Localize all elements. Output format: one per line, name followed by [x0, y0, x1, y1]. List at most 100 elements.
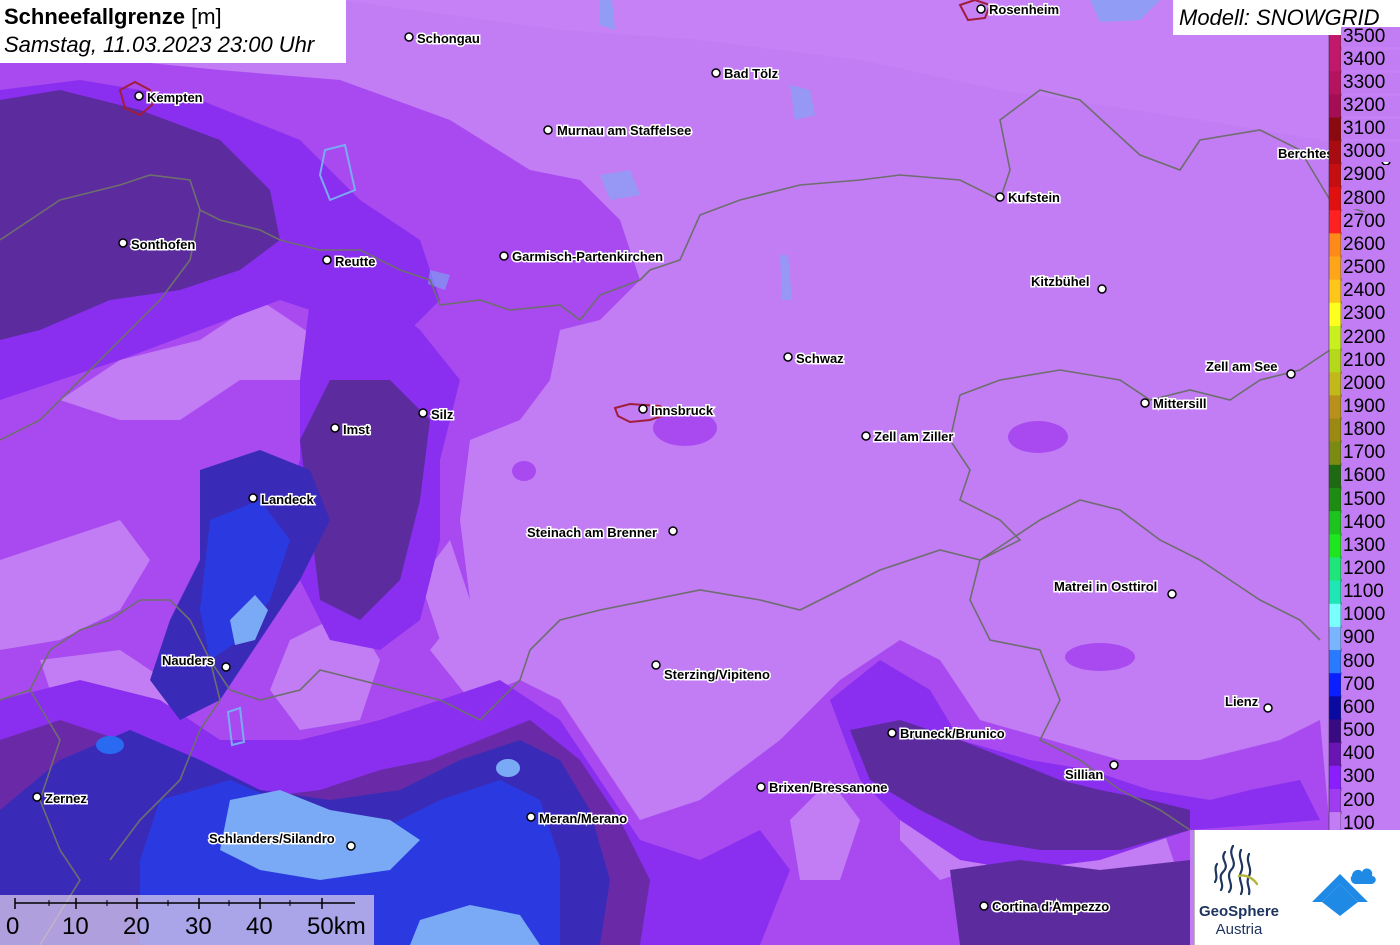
legend-colorbar [1328, 24, 1342, 836]
city-marker[interactable]: Meran/Merano [526, 810, 629, 828]
svg-text:Bruneck/Brunico: Bruneck/Brunico [900, 726, 1005, 741]
svg-text:Silz: Silz [431, 407, 454, 422]
legend-label: 600 [1341, 697, 1400, 718]
svg-text:Lienz: Lienz [1225, 694, 1259, 709]
legend-swatch [1329, 187, 1341, 211]
legend-swatch [1329, 210, 1341, 234]
city-marker[interactable]: Garmisch-Partenkirchen [499, 248, 665, 266]
city-marker[interactable]: Rosenheim [976, 1, 1061, 19]
svg-text:Zell am Ziller: Zell am Ziller [874, 429, 953, 444]
legend-swatch [1329, 488, 1341, 512]
legend-label: 1700 [1341, 443, 1400, 464]
legend-swatch [1329, 48, 1341, 72]
snowline-region-300-blob-small [512, 461, 536, 481]
legend-swatch [1329, 580, 1341, 605]
map-title-box: Schneefallgrenze [m] Samstag, 11.03.2023… [0, 0, 346, 63]
snowline-region-800-e [96, 736, 124, 754]
snowgrid-logo[interactable] [1282, 830, 1400, 945]
variable-name: Schneefallgrenze [4, 4, 185, 29]
city-marker[interactable]: Innsbruck [638, 402, 715, 420]
legend-swatch [1329, 325, 1341, 350]
city-marker[interactable]: Cortina d'Ampezzo [979, 898, 1111, 916]
legend-label: 2900 [1341, 165, 1400, 186]
legend-swatch [1329, 719, 1341, 744]
snowline-region-900-d [496, 759, 520, 777]
scale-tick-label: 10 [62, 913, 89, 940]
city-marker[interactable]: Zell am Ziller [861, 428, 955, 446]
legend-label: 2200 [1341, 327, 1400, 348]
snowline-region-300-blob-matrei [1065, 643, 1135, 671]
legend-swatch [1329, 557, 1341, 582]
legend-label: 2000 [1341, 373, 1400, 394]
legend-swatch [1329, 626, 1341, 651]
legend-swatch [1329, 464, 1341, 489]
map-canvas: Rosenheim Schongau Bad Tölz Kempten Murn… [0, 0, 1400, 945]
snowline-region-300-blob-ziller [1008, 421, 1068, 453]
legend-label: 1100 [1341, 582, 1400, 603]
legend-label: 1300 [1341, 535, 1400, 556]
svg-text:Steinach am Brenner: Steinach am Brenner [527, 525, 657, 540]
legend-label: 2600 [1341, 234, 1400, 255]
svg-text:Landeck: Landeck [261, 492, 315, 507]
svg-text:Matrei in Osttirol: Matrei in Osttirol [1054, 579, 1157, 594]
svg-text:Schwaz: Schwaz [796, 351, 844, 366]
city-marker[interactable]: Steinach am Brenner [526, 524, 678, 542]
city-marker[interactable]: Murnau am Staffelsee [543, 122, 693, 140]
svg-text:Schlanders/Silandro: Schlanders/Silandro [209, 831, 335, 846]
legend-swatch [1329, 302, 1341, 327]
legend-swatch [1329, 650, 1341, 674]
svg-text:Imst: Imst [343, 422, 370, 437]
map-title: Schneefallgrenze [m] [4, 3, 342, 31]
legend-label: 3000 [1341, 142, 1400, 163]
legend-swatch [1329, 534, 1341, 558]
legend-label: 2300 [1341, 304, 1400, 325]
legend-label: 800 [1341, 651, 1400, 672]
scale-tick-label: 40 [246, 913, 273, 940]
legend-swatch [1329, 418, 1341, 443]
mountain-cloud-icon [1312, 868, 1376, 916]
svg-text:Garmisch-Partenkirchen: Garmisch-Partenkirchen [512, 249, 663, 264]
legend-label: 3400 [1341, 49, 1400, 70]
legend-label: 200 [1341, 790, 1400, 811]
geosphere-logo-text: GeoSphere [1198, 903, 1280, 920]
legend-label: 1600 [1341, 466, 1400, 487]
svg-text:Meran/Merano: Meran/Merano [539, 811, 627, 826]
city-marker[interactable]: Sonthofen [118, 236, 197, 254]
city-marker[interactable]: Bruneck/Brunico [887, 725, 1006, 743]
legend-label: 1500 [1341, 489, 1400, 510]
geosphere-logo[interactable]: GeoSphere Austria [1194, 830, 1282, 945]
legend-swatch [1329, 163, 1341, 188]
legend-swatch [1329, 94, 1341, 119]
legend-label: 300 [1341, 767, 1400, 788]
legend-swatch [1329, 140, 1341, 165]
legend-label: 2500 [1341, 258, 1400, 279]
scale-bar: 0 10 20 30 40 50km [0, 895, 374, 945]
legend-swatch [1329, 233, 1341, 257]
svg-text:Zell am See: Zell am See [1206, 359, 1278, 374]
svg-text:Bad Tölz: Bad Tölz [724, 66, 779, 81]
svg-text:Cortina d'Ampezzo: Cortina d'Ampezzo [992, 899, 1109, 914]
legend-label: 1900 [1341, 396, 1400, 417]
legend-swatch [1329, 696, 1341, 720]
legend-label: 3300 [1341, 72, 1400, 93]
svg-text:Mittersill: Mittersill [1153, 396, 1206, 411]
city-marker[interactable]: Schongau [404, 30, 481, 48]
svg-text:Murnau am Staffelsee: Murnau am Staffelsee [557, 123, 691, 138]
city-marker[interactable]: Brixen/Bressanone [756, 779, 889, 797]
legend-label: 500 [1341, 721, 1400, 742]
legend-swatch [1329, 71, 1341, 95]
legend-label: 1200 [1341, 559, 1400, 580]
legend-swatch [1329, 395, 1341, 420]
legend-label: 700 [1341, 674, 1400, 695]
legend-swatch [1329, 765, 1341, 790]
svg-text:Kitzbühel: Kitzbühel [1031, 274, 1090, 289]
svg-text:Zernez: Zernez [45, 791, 87, 806]
legend-swatch [1329, 441, 1341, 466]
legend-swatch [1329, 256, 1341, 281]
legend-swatch [1329, 349, 1341, 373]
svg-text:Brixen/Bressanone: Brixen/Bressanone [769, 780, 888, 795]
svg-text:Kufstein: Kufstein [1008, 190, 1060, 205]
legend-swatch [1329, 603, 1341, 628]
legend-label: 2400 [1341, 281, 1400, 302]
svg-text:Reutte: Reutte [335, 254, 375, 269]
